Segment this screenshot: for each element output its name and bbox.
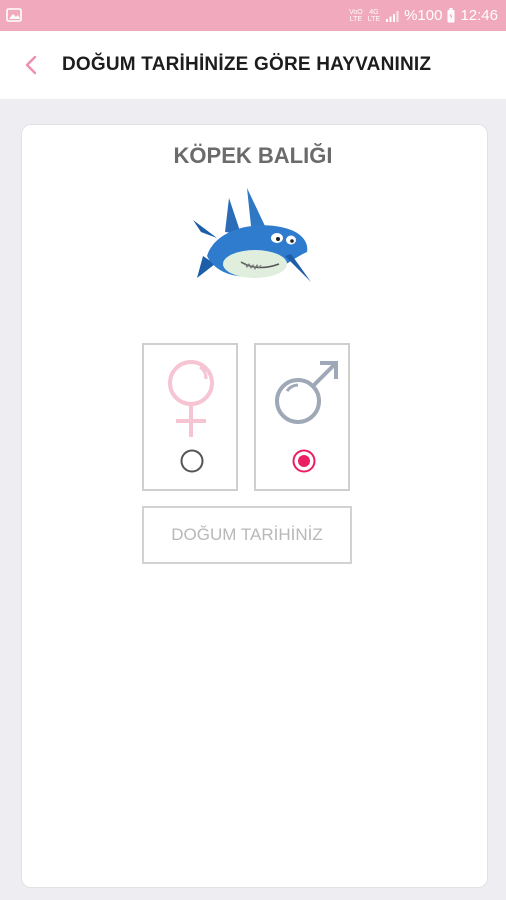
- data-indicator: 4G LTE: [367, 8, 381, 23]
- radio-female[interactable]: [180, 449, 204, 473]
- shark-icon: [193, 188, 311, 282]
- chevron-left-icon[interactable]: [20, 53, 44, 77]
- status-bar: VoO LTE 4G LTE %100 12:46: [0, 0, 506, 31]
- app-header: DOĞUM TARİHİNİZE GÖRE HAYVANINIZ: [0, 31, 506, 99]
- page-title: DOĞUM TARİHİNİZE GÖRE HAYVANINIZ: [62, 54, 432, 75]
- birthdate-button[interactable]: DOĞUM TARİHİNİZ: [142, 506, 352, 564]
- gallery-icon: [6, 8, 22, 22]
- radio-male-selected[interactable]: [292, 449, 316, 473]
- signal-icon: [386, 10, 399, 22]
- male-symbol-icon: [275, 361, 338, 424]
- female-symbol-icon: [168, 360, 214, 437]
- gender-option-male[interactable]: [254, 343, 350, 491]
- gender-option-female[interactable]: [142, 343, 238, 491]
- animal-name: KÖPEK BALIĞI: [173, 143, 333, 168]
- clock: 12:46: [460, 7, 498, 24]
- network-indicator: VoO LTE: [349, 8, 363, 23]
- battery-icon: [447, 8, 455, 23]
- battery-percent: %100: [404, 7, 443, 24]
